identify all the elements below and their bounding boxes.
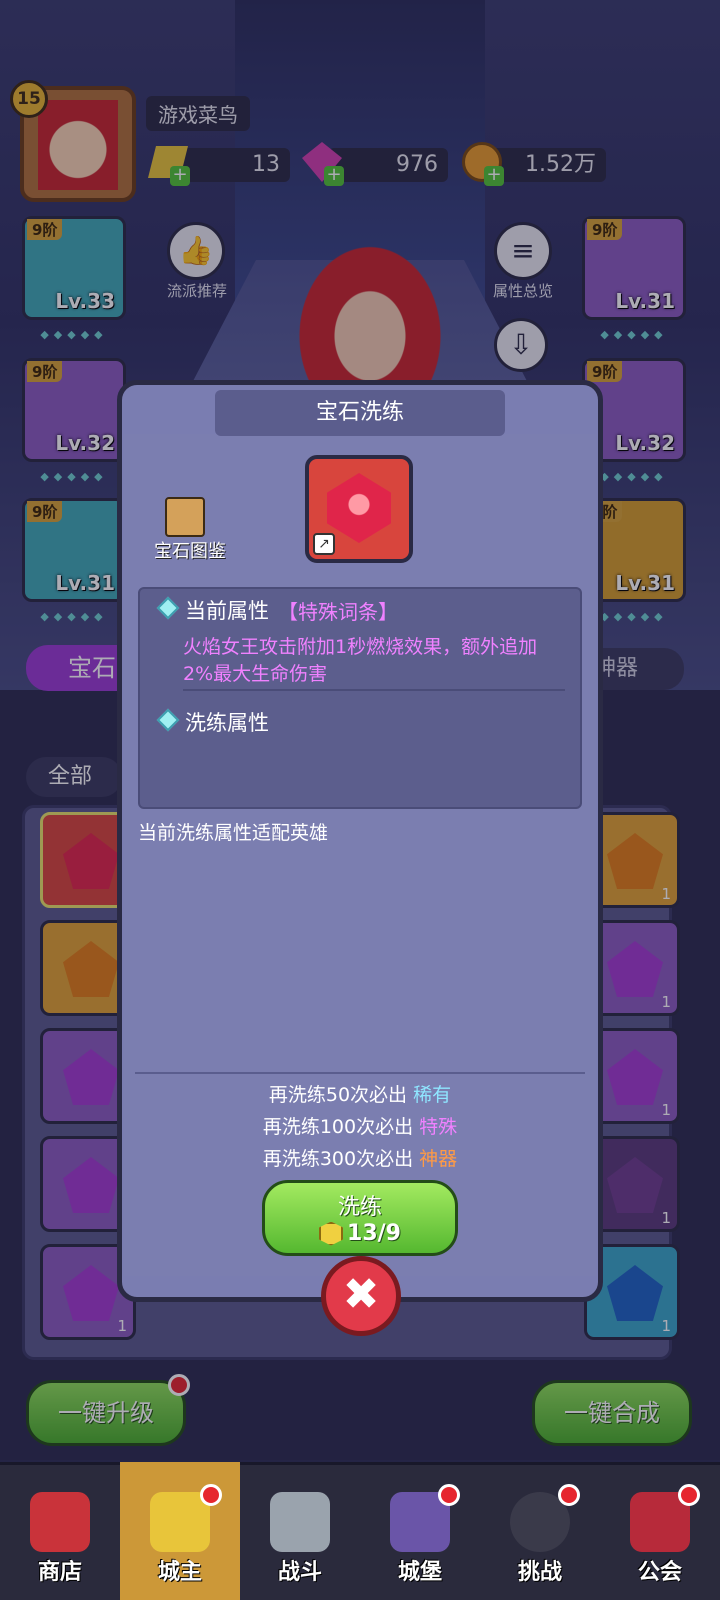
refine-button-label: 洗练 [337, 1195, 382, 1220]
selected-gem: ↗ [305, 455, 413, 563]
bow-icon: ↗ [313, 533, 335, 555]
nav-shop[interactable]: 商店 [0, 1462, 120, 1600]
guarantee-prefix: 再洗练50次必出 [268, 1084, 408, 1106]
special-tag: 【特殊词条】 [278, 600, 398, 624]
close-icon: ✖ [342, 1269, 380, 1320]
attribute-effect: 火焰女王攻击附加1秒燃烧效果，额外追加2%最大生命伤害 [183, 636, 538, 685]
guarantee-line: 再洗练100次必出 特殊 [138, 1112, 582, 1139]
swords-icon [270, 1492, 330, 1552]
book-icon[interactable] [165, 497, 205, 537]
guarantee-prefix: 再洗练300次必出 [262, 1148, 414, 1170]
ruby-gem-icon [327, 473, 391, 543]
guarantee-quality: 特殊 [419, 1116, 458, 1138]
gold-hex-icon [319, 1221, 344, 1246]
notification-dot [678, 1484, 700, 1506]
refine-cost: 13/9 [347, 1221, 401, 1246]
notification-dot [558, 1484, 580, 1506]
nav-label: 挑战 [517, 1560, 562, 1585]
nav-challenge[interactable]: 挑战 [480, 1462, 600, 1600]
nav-lord[interactable]: 城主 [120, 1462, 240, 1600]
nav-castle[interactable]: 城堡 [360, 1462, 480, 1600]
nav-label: 战斗 [277, 1560, 322, 1585]
refine-attribute-label: 洗练属性 [185, 711, 269, 735]
divider [135, 1072, 585, 1074]
guarantee-quality: 稀有 [413, 1084, 452, 1106]
hero-fit-note: 当前洗练属性适配英雄 [138, 822, 329, 844]
divider [183, 689, 565, 691]
nav-battle[interactable]: 战斗 [240, 1462, 360, 1600]
refine-button[interactable]: 洗练 13/9 [262, 1180, 458, 1256]
close-button[interactable]: ✖ [321, 1256, 401, 1336]
guarantee-line: 再洗练300次必出 神器 [138, 1144, 582, 1171]
gem-codex-button[interactable]: 宝石图鉴 [140, 537, 240, 563]
guarantee-quality: 神器 [419, 1148, 458, 1170]
current-attribute-label: 当前属性 [185, 599, 269, 623]
nav-label: 城主 [157, 1560, 202, 1585]
shop-icon [30, 1492, 90, 1552]
nav-guild[interactable]: 公会 [600, 1462, 720, 1600]
nav-label: 商店 [37, 1560, 82, 1585]
notification-dot [438, 1484, 460, 1506]
guarantee-line: 再洗练50次必出 稀有 [138, 1080, 582, 1107]
dialog-title: 宝石洗练 [215, 390, 505, 436]
guarantee-prefix: 再洗练100次必出 [262, 1116, 414, 1138]
notification-dot [200, 1484, 222, 1506]
nav-label: 城堡 [397, 1560, 442, 1585]
nav-label: 公会 [637, 1560, 682, 1585]
